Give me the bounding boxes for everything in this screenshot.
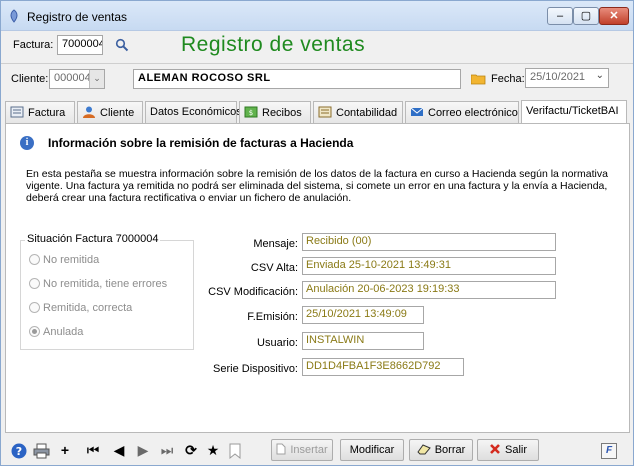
- tab-correo-electronico-label: Correo electrónico: [428, 107, 518, 119]
- tab-correo-electronico[interactable]: Correo electrónico: [405, 101, 519, 123]
- maximize-button[interactable]: ▢: [573, 7, 599, 25]
- star-icon[interactable]: ★: [205, 441, 221, 459]
- tab-recibos[interactable]: $ Recibos: [239, 101, 311, 123]
- last-record-icon[interactable]: ⏭: [159, 441, 175, 459]
- chevron-down-icon[interactable]: ⌄: [596, 70, 604, 81]
- tab-recibos-label: Recibos: [262, 107, 302, 119]
- mail-icon: [410, 107, 424, 116]
- radio-anulada-label: Anulada: [43, 326, 84, 338]
- radio-remitida-correcta[interactable]: Remitida, correcta: [29, 302, 132, 314]
- new-document-icon: [276, 443, 286, 455]
- csv-modificacion-label: CSV Modificación:: [208, 286, 298, 298]
- tab-datos-economicos[interactable]: Datos Económicos: [145, 101, 242, 123]
- radio-no-remitida[interactable]: No remitida: [29, 254, 99, 266]
- tab-factura-label: Factura: [28, 107, 66, 119]
- emision-field: 25/10/2021 13:49:09: [302, 306, 424, 324]
- salir-label: Salir: [504, 444, 527, 456]
- fecha-value: 25/10/2021: [530, 71, 586, 83]
- cliente-code-field[interactable]: 000004 ⌄: [49, 69, 105, 89]
- eraser-icon: [417, 444, 431, 455]
- tab-verifactu-ticketbai-label: Verifactu/TicketBAI: [526, 105, 619, 117]
- receipt-icon: $: [244, 106, 258, 118]
- fecha-label: Fecha:: [491, 73, 525, 85]
- mensaje-label: Mensaje:: [253, 238, 298, 250]
- factura-label: Factura:: [13, 39, 54, 51]
- tab-cliente-label: Cliente: [100, 107, 135, 119]
- modificar-label: Modificar: [349, 444, 395, 456]
- function-key-button[interactable]: F: [601, 443, 617, 459]
- tab-verifactu-ticketbai[interactable]: Verifactu/TicketBAI: [521, 100, 627, 123]
- first-record-icon[interactable]: ⏮: [85, 441, 101, 459]
- tab-contabilidad-label: Contabilidad: [336, 107, 398, 119]
- next-record-icon[interactable]: ▶: [135, 441, 151, 459]
- help-icon[interactable]: ?: [11, 443, 27, 459]
- page-title: Registro de ventas: [181, 33, 366, 56]
- emision-label: F.Emisión:: [247, 311, 298, 323]
- cliente-label: Cliente:: [11, 73, 49, 85]
- tab-factura[interactable]: Factura: [5, 101, 75, 123]
- cliente-name-field[interactable]: ALEMAN ROCOSO SRL: [133, 69, 461, 89]
- usuario-field: INSTALWIN: [302, 332, 424, 350]
- refresh-icon[interactable]: ⟳: [183, 441, 199, 459]
- salir-button[interactable]: Salir: [477, 439, 539, 461]
- chevron-down-icon[interactable]: ⌄: [89, 70, 104, 88]
- csv-alta-label: CSV Alta:: [250, 262, 298, 274]
- bottom-toolbar: ? + ⏮ ◀ ▶ ⏭ ⟳ ★ Insertar Modificar Borra…: [1, 435, 633, 465]
- modificar-button[interactable]: Modificar: [340, 439, 404, 461]
- document-icon: [10, 106, 24, 118]
- minimize-button[interactable]: –: [547, 7, 573, 25]
- tab-strip: Factura Cliente Datos Económicos $ Recibo…: [5, 100, 631, 123]
- verifactu-panel: i Información sobre la remisión de factu…: [5, 123, 630, 433]
- ledger-icon: [318, 106, 332, 118]
- header-divider: [1, 63, 633, 64]
- insertar-label: Insertar: [290, 444, 328, 456]
- tab-cliente[interactable]: Cliente: [77, 101, 143, 123]
- serie-dispositivo-label: Serie Dispositivo:: [213, 363, 298, 375]
- person-icon: [83, 106, 95, 118]
- radio-dot: [29, 278, 40, 289]
- serie-dispositivo-field: DD1D4FBA1F3E8662D792: [302, 358, 464, 376]
- info-text: En esta pestaña se muestra información s…: [26, 168, 608, 204]
- sales-register-window: Registro de ventas – ▢ ✕ Factura: 700000…: [0, 0, 634, 466]
- previous-record-icon[interactable]: ◀: [111, 441, 127, 459]
- radio-dot: [29, 254, 40, 265]
- bookmark-icon[interactable]: [229, 443, 241, 459]
- print-icon[interactable]: [33, 443, 50, 459]
- info-title: Información sobre la remisión de factura…: [48, 136, 354, 150]
- info-icon: i: [20, 136, 34, 150]
- radio-dot: [29, 302, 40, 313]
- insertar-button[interactable]: Insertar: [271, 439, 333, 461]
- radio-anulada[interactable]: Anulada: [29, 326, 83, 338]
- csv-alta-field: Enviada 25-10-2021 13:49:31: [302, 257, 556, 275]
- window-title: Registro de ventas: [27, 10, 128, 24]
- app-icon: [10, 9, 18, 23]
- borrar-label: Borrar: [434, 444, 466, 456]
- search-icon[interactable]: [115, 38, 129, 52]
- csv-modificacion-field: Anulación 20-06-2023 19:19:33: [302, 281, 556, 299]
- mensaje-field: Recibido (00): [302, 233, 556, 251]
- close-window-button[interactable]: ✕: [599, 7, 629, 25]
- folder-icon[interactable]: [471, 73, 486, 85]
- fecha-datepicker[interactable]: 25/10/2021 ⌄: [525, 68, 609, 88]
- add-record-button[interactable]: +: [57, 441, 73, 459]
- radio-dot-selected: [29, 326, 40, 337]
- exit-x-icon: [490, 444, 500, 454]
- tab-contabilidad[interactable]: Contabilidad: [313, 101, 403, 123]
- title-bar: Registro de ventas – ▢ ✕: [1, 1, 633, 31]
- factura-input[interactable]: 7000004: [57, 35, 103, 55]
- tab-datos-economicos-label: Datos Económicos: [150, 106, 242, 118]
- borrar-button[interactable]: Borrar: [409, 439, 473, 461]
- svg-text:$: $: [249, 109, 253, 117]
- radio-no-remitida-label: No remitida: [43, 254, 100, 266]
- usuario-label: Usuario:: [257, 337, 298, 349]
- svg-text:?: ?: [16, 445, 22, 458]
- cliente-code-value: 000004: [54, 72, 91, 84]
